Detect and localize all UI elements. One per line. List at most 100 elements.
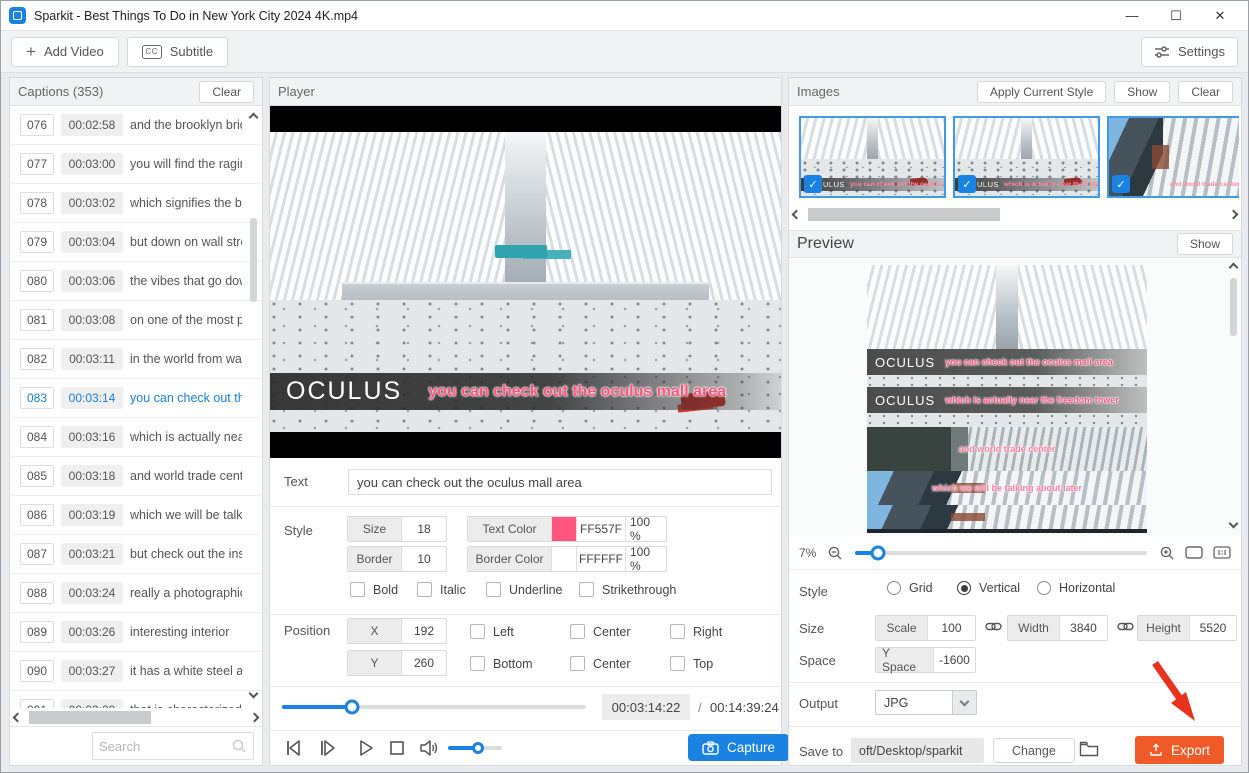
radio-checked-icon[interactable]	[957, 581, 971, 595]
y-space-field[interactable]: Y Space -1600	[875, 647, 976, 673]
scroll-left-icon[interactable]	[13, 713, 23, 723]
zoom-in-icon[interactable]	[1159, 545, 1175, 561]
width-value[interactable]: 3840	[1060, 616, 1107, 640]
stop-button[interactable]	[388, 739, 406, 757]
position-x-field[interactable]: X 192	[347, 618, 447, 644]
radio-icon[interactable]	[1037, 581, 1051, 595]
width-field[interactable]: Width 3840	[1007, 615, 1108, 641]
caption-row[interactable]: 086 00:03:19 which we will be talking	[10, 496, 262, 535]
checkbox-icon[interactable]	[470, 656, 485, 671]
captions-horizontal-scrollbar[interactable]	[10, 709, 262, 726]
border-color-opacity[interactable]: 100 %	[625, 547, 666, 571]
minimize-button[interactable]: —	[1124, 8, 1140, 23]
folder-icon[interactable]	[1079, 740, 1099, 757]
thumbnail-2[interactable]: ✓ ULUS which is actually near the freedo…	[953, 116, 1100, 198]
align-bottom-checkbox[interactable]: Bottom	[470, 656, 533, 671]
subtitle-button[interactable]: CC Subtitle	[127, 37, 228, 67]
scroll-left-icon[interactable]	[792, 210, 802, 220]
scrollbar-thumb[interactable]	[808, 208, 1000, 221]
style-grid-radio[interactable]: Grid	[887, 581, 933, 595]
images-horizontal-scrollbar[interactable]	[789, 206, 1241, 223]
caption-row[interactable]: 082 00:03:11 in the world from wall str	[10, 340, 262, 379]
play-button[interactable]	[356, 738, 376, 758]
align-top-checkbox[interactable]: Top	[670, 656, 713, 671]
preview-canvas[interactable]: OCULUS you can check out the oculus mall…	[789, 259, 1241, 536]
subtitle-text-input[interactable]	[348, 469, 772, 495]
align-right-checkbox[interactable]: Right	[670, 624, 722, 639]
style-horizontal-radio[interactable]: Horizontal	[1037, 581, 1115, 595]
bold-checkbox[interactable]: Bold	[350, 582, 398, 597]
font-size-field[interactable]: Size 18	[347, 516, 447, 542]
position-y-field[interactable]: Y 260	[347, 650, 447, 676]
apply-current-style-button[interactable]: Apply Current Style	[977, 81, 1106, 103]
caption-row[interactable]: 079 00:03:04 but down on wall street y	[10, 223, 262, 262]
preview-zoom-slider[interactable]	[855, 551, 1147, 555]
thumbnail-1[interactable]: ✓ ULUS you can check out the oculus mall…	[799, 116, 946, 198]
previous-frame-button[interactable]	[284, 738, 304, 758]
scroll-up-icon[interactable]	[249, 113, 259, 123]
images-show-button[interactable]: Show	[1114, 81, 1170, 103]
strikethrough-checkbox[interactable]: Strikethrough	[579, 582, 676, 597]
zoom-slider-handle[interactable]	[871, 545, 886, 560]
scrollbar-thumb[interactable]	[250, 218, 257, 302]
checkbox-icon[interactable]	[486, 582, 501, 597]
caption-row[interactable]: 080 00:03:06 the vibes that go down h	[10, 262, 262, 301]
caption-row[interactable]: 081 00:03:08 on one of the most powe	[10, 301, 262, 340]
caption-row[interactable]: 077 00:03:00 you will find the raging b	[10, 145, 262, 184]
captions-vertical-scrollbar[interactable]	[247, 110, 261, 708]
y-value[interactable]: 260	[402, 651, 446, 675]
checkbox-icon[interactable]	[350, 582, 365, 597]
caption-row[interactable]: 090 00:03:27 it has a white steel and g	[10, 652, 262, 691]
volume-icon[interactable]	[418, 738, 440, 758]
caption-row-selected[interactable]: 083 00:03:14 you can check out the oc	[10, 379, 262, 418]
seek-slider[interactable]	[282, 705, 586, 709]
scroll-down-icon[interactable]	[1229, 519, 1239, 529]
height-field[interactable]: Height 5520	[1137, 615, 1237, 641]
volume-slider-handle[interactable]	[472, 742, 484, 754]
border-value[interactable]: 10	[402, 547, 446, 571]
x-value[interactable]: 192	[402, 619, 446, 643]
text-color-swatch[interactable]	[552, 517, 577, 541]
link-icon[interactable]	[1117, 621, 1134, 632]
checkbox-icon[interactable]	[670, 624, 685, 639]
actual-size-icon[interactable]	[1213, 546, 1231, 559]
scroll-up-icon[interactable]	[1229, 263, 1239, 273]
caption-row[interactable]: 091 00:03:29 that is characterized as a	[10, 691, 262, 708]
search-input[interactable]	[99, 739, 231, 754]
caption-row[interactable]: 085 00:03:18 and world trade center	[10, 457, 262, 496]
scrollbar-thumb[interactable]	[1230, 278, 1237, 336]
captions-clear-button[interactable]: Clear	[199, 81, 254, 103]
align-vcenter-checkbox[interactable]: Center	[570, 656, 631, 671]
text-color-hex[interactable]: FF557F	[577, 517, 625, 541]
text-color-field[interactable]: Text Color FF557F 100 %	[467, 516, 667, 542]
caption-row[interactable]: 084 00:03:16 which is actually near the	[10, 418, 262, 457]
align-hcenter-checkbox[interactable]: Center	[570, 624, 631, 639]
border-size-field[interactable]: Border 10	[347, 546, 447, 572]
zoom-out-icon[interactable]	[827, 545, 843, 561]
maximize-button[interactable]: ☐	[1168, 8, 1184, 24]
y-space-value[interactable]: -1600	[934, 648, 975, 672]
text-color-opacity[interactable]: 100 %	[625, 517, 666, 541]
selected-check-icon[interactable]: ✓	[804, 175, 822, 193]
link-icon[interactable]	[985, 621, 1002, 632]
checkbox-icon[interactable]	[670, 656, 685, 671]
images-clear-button[interactable]: Clear	[1178, 81, 1233, 103]
thumbnail-3[interactable]: ✓ and world trade center	[1107, 116, 1239, 198]
scroll-right-icon[interactable]	[1229, 210, 1239, 220]
checkbox-icon[interactable]	[570, 624, 585, 639]
caption-row[interactable]: 087 00:03:21 but check out the inside	[10, 535, 262, 574]
scale-value[interactable]: 100	[928, 616, 975, 640]
video-viewport[interactable]: OCULUS you can check out the oculus mall…	[270, 106, 781, 458]
radio-icon[interactable]	[887, 581, 901, 595]
checkbox-icon[interactable]	[417, 582, 432, 597]
checkbox-icon[interactable]	[570, 656, 585, 671]
checkbox-icon[interactable]	[579, 582, 594, 597]
caption-row[interactable]: 076 00:02:58 and the brooklyn bridge	[10, 106, 262, 145]
preview-vertical-scrollbar[interactable]	[1227, 262, 1240, 534]
settings-button[interactable]: Settings	[1141, 37, 1238, 67]
output-format-select[interactable]: JPG	[875, 690, 977, 715]
scroll-right-icon[interactable]	[250, 713, 260, 723]
scrollbar-thumb[interactable]	[29, 711, 151, 724]
selected-check-icon[interactable]: ✓	[958, 175, 976, 193]
style-vertical-radio[interactable]: Vertical	[957, 581, 1020, 595]
